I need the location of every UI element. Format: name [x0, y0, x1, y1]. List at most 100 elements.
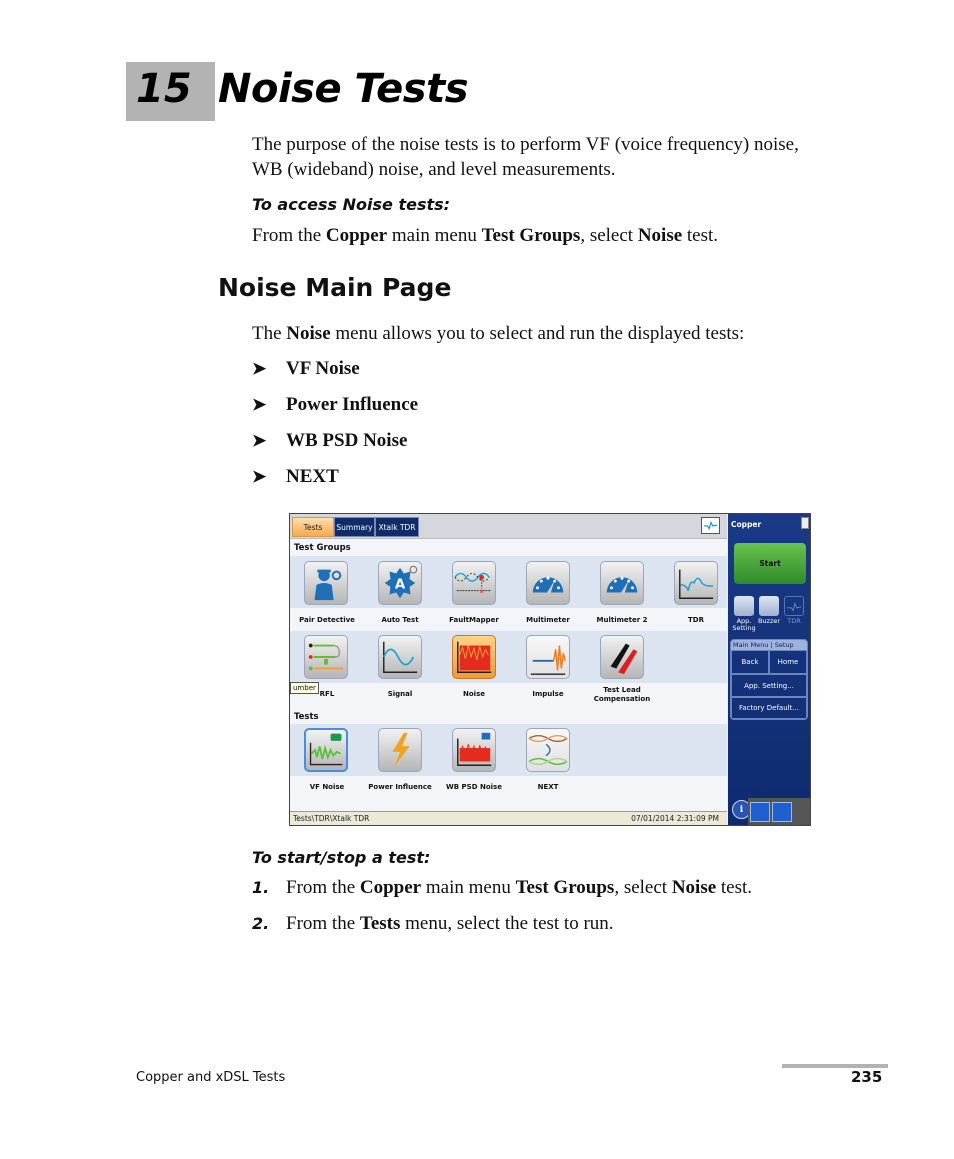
signal-tile[interactable]	[378, 635, 422, 679]
step-number: 2.	[252, 914, 270, 933]
side-panel: Copper Start App. Setting Buzzer TDR Mai…	[728, 514, 810, 825]
impulse-tile[interactable]	[526, 635, 570, 679]
lightning-icon	[392, 732, 410, 768]
tests-term: Tests	[359, 913, 401, 934]
tdr-label: TDR	[688, 616, 704, 624]
footer-book-title: Copper and xDSL Tests	[136, 1070, 286, 1085]
copper-term: Copper	[325, 225, 388, 246]
bullet-item: ➤ Power Influence	[252, 394, 418, 416]
wb-psd-noise-icon	[457, 732, 492, 766]
main-menu-panel: Main Menu | Setup Back Home App. Setting…	[730, 639, 808, 720]
app-setting-shortcut-label: App. Setting	[732, 617, 756, 632]
text: test.	[682, 225, 719, 246]
copper-term: Copper	[359, 877, 422, 898]
noise-tile[interactable]	[452, 635, 496, 679]
gauge-icon	[606, 576, 638, 593]
text: , select	[614, 877, 672, 898]
tab-bar: Tests Summary Xtalk TDR	[290, 514, 727, 539]
tab-xtalk-tdr[interactable]: Xtalk TDR	[375, 517, 419, 537]
noise-term: Noise	[286, 323, 331, 344]
bullet-arrow-icon: ➤	[252, 467, 267, 486]
tdr-shortcut-label: TDR	[787, 617, 801, 625]
device-screenshot: Tests Summary Xtalk TDR Test Groups A ✕	[289, 513, 811, 826]
home-button[interactable]: Home	[769, 650, 807, 674]
intro-line-2: WB (wideband) noise, and level measureme…	[252, 159, 616, 180]
tests-row	[290, 724, 727, 776]
start-button[interactable]: Start	[734, 543, 806, 584]
crosstalk-icon	[528, 734, 568, 766]
noise-label: Noise	[463, 690, 485, 698]
keyboard-icon[interactable]	[750, 802, 770, 822]
intro-paragraph: The purpose of the noise tests is to per…	[252, 132, 799, 182]
test-leads-icon	[610, 643, 638, 675]
svg-text:A: A	[395, 578, 406, 593]
multimeter-tile[interactable]	[526, 561, 570, 605]
graph-view-button[interactable]	[701, 517, 720, 534]
test-lead-compensation-tile[interactable]	[600, 635, 644, 679]
noise-term: Noise	[671, 877, 717, 898]
chapter-number: 15	[136, 66, 192, 112]
text: , select	[580, 225, 638, 246]
auto-test-tile[interactable]: A	[378, 561, 422, 605]
text: main menu	[421, 877, 516, 898]
factory-default-button[interactable]: Factory Default...	[731, 697, 807, 719]
bullet-arrow-icon: ➤	[252, 359, 267, 378]
bullet-arrow-icon: ➤	[252, 395, 267, 414]
app-setting-button[interactable]: App. Setting...	[731, 674, 807, 697]
text: menu allows you to select and run the di…	[330, 323, 745, 344]
back-button[interactable]: Back	[731, 650, 769, 674]
next-tile[interactable]	[526, 728, 570, 772]
tab-tests[interactable]: Tests	[292, 517, 334, 537]
tdr-tile[interactable]	[674, 561, 718, 605]
faultmapper-label: FaultMapper	[449, 616, 499, 624]
test-groups-term: Test Groups	[481, 225, 581, 246]
faultmapper-tile[interactable]: ✕	[452, 561, 496, 605]
test-lead-compensation-label: Test Lead Compensation	[593, 686, 651, 703]
bullet-item: ➤ WB PSD Noise	[252, 430, 407, 452]
wb-psd-noise-label: WB PSD Noise	[446, 783, 502, 791]
camera-icon[interactable]	[772, 802, 792, 822]
pair-detective-tile[interactable]	[304, 561, 348, 605]
noise-term: Noise	[637, 225, 683, 246]
detective-icon	[314, 569, 342, 601]
battery-icon	[801, 517, 809, 529]
menu-breadcrumb: Main Menu | Setup	[731, 640, 807, 650]
status-path: Tests\TDR\Xtalk TDR	[293, 814, 370, 823]
faultmapper-icon: ✕	[454, 572, 492, 596]
page-number: 235	[851, 1068, 883, 1086]
multimeter-2-tile[interactable]	[600, 561, 644, 605]
multimeter-2-label: Multimeter 2	[596, 616, 648, 624]
bullet-label: Power Influence	[286, 394, 419, 415]
section-intro: The Noise menu allows you to select and …	[252, 321, 744, 346]
side-panel-title: Copper	[731, 520, 762, 529]
intro-line-1: The purpose of the noise tests is to per…	[252, 134, 799, 155]
wrench-icon[interactable]	[734, 596, 754, 616]
next-label: NEXT	[537, 783, 559, 791]
text: main menu	[387, 225, 482, 246]
rfl-tile[interactable]	[304, 635, 348, 679]
impulse-icon	[530, 645, 566, 675]
tab-summary[interactable]: Summary	[334, 517, 375, 537]
bullet-label: WB PSD Noise	[286, 430, 408, 451]
svg-text:✕: ✕	[479, 590, 484, 596]
vf-noise-label: VF Noise	[309, 783, 345, 791]
vf-noise-tile[interactable]	[304, 728, 348, 772]
buzzer-icon[interactable]	[759, 596, 779, 616]
test-groups-label: Test Groups	[294, 543, 351, 553]
wb-psd-noise-tile[interactable]	[452, 728, 496, 772]
bullet-arrow-icon: ➤	[252, 431, 267, 450]
gauge-icon	[532, 576, 564, 593]
text: menu, select the test to run.	[400, 913, 614, 934]
signal-label: Signal	[387, 690, 413, 698]
taskbar-tray	[748, 798, 810, 825]
step-2: 2. From the Tests menu, select the test t…	[252, 911, 614, 936]
text: test.	[716, 877, 753, 898]
power-influence-tile[interactable]	[378, 728, 422, 772]
status-datetime: 07/01/2014 2:31:09 PM	[631, 814, 719, 823]
step-1: 1. From the Copper main menu Test Groups,…	[252, 875, 752, 900]
start-stop-heading: To start/stop a test:	[252, 848, 431, 867]
waveform-icon	[703, 520, 718, 530]
tdr-shortcut-icon[interactable]	[784, 596, 804, 616]
text: From the	[286, 877, 360, 898]
test-groups-row-1: A ✕	[290, 556, 727, 608]
